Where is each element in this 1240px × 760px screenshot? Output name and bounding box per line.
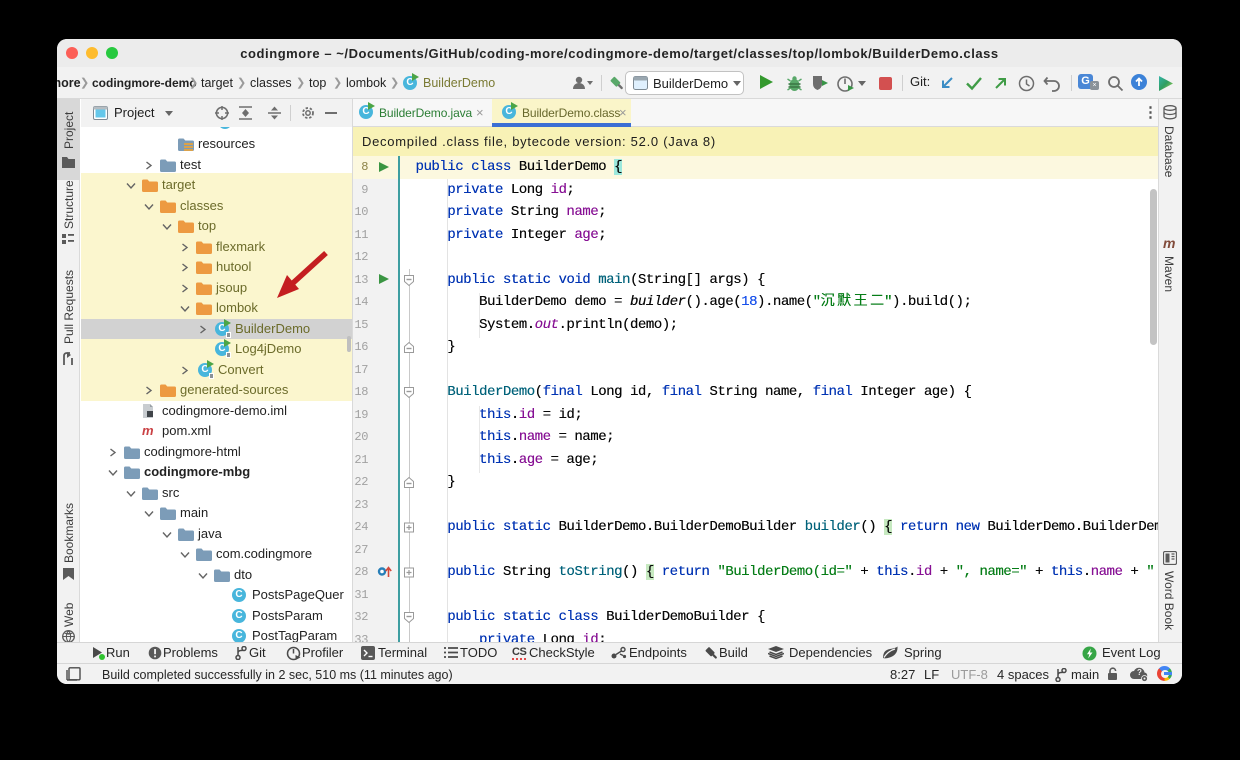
svg-text:?: ? — [1137, 668, 1142, 677]
